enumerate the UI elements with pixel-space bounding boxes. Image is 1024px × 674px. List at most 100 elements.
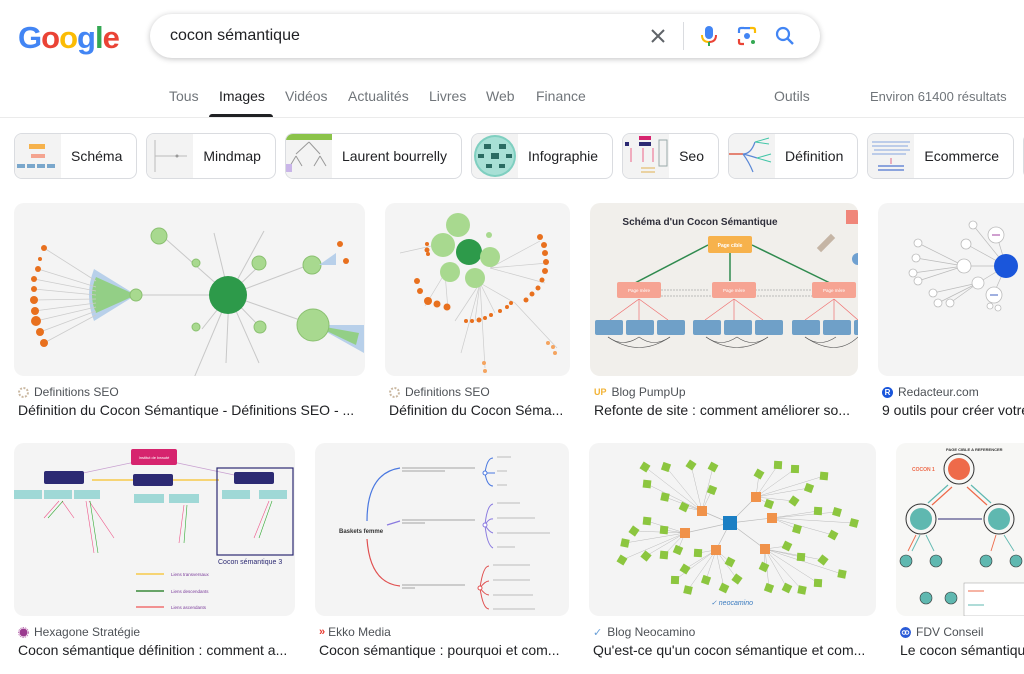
chip-infographie[interactable]: Infographie — [471, 133, 614, 179]
result-title[interactable]: Qu'est-ce qu'un cocon sémantique et com.… — [593, 642, 876, 658]
cocoon-label: COCON 1 — [912, 467, 935, 473]
clear-search-button[interactable] — [639, 17, 677, 55]
mindmap-graph-image — [908, 220, 1018, 312]
chip-ecommerce[interactable]: Ecommerce — [867, 133, 1015, 179]
graph-edge — [771, 517, 834, 536]
search-tabs: Tous Images Vidéos Actualités Livres Web… — [0, 80, 1024, 118]
tab-actualites[interactable]: Actualités — [348, 88, 409, 104]
chip-seo[interactable]: Seo — [622, 133, 719, 179]
node-label: Institut de beauté — [139, 455, 170, 460]
chip-laurent-bourrelly[interactable]: Laurent bourrelly — [284, 133, 463, 179]
graph-center-node — [723, 516, 737, 530]
tab-images[interactable]: Images — [219, 88, 265, 104]
result-thumbnail[interactable] — [385, 203, 570, 376]
graph-leaf-node — [660, 461, 672, 473]
graph-leaf-node — [678, 501, 690, 513]
result-source[interactable]: ✓ Blog Neocamino — [593, 625, 695, 639]
graph-leaf-node — [670, 575, 680, 585]
results-count: Environ 61400 résultats — [870, 89, 1007, 104]
result-title[interactable]: Définition du Cocon Sémantique - Définit… — [18, 402, 363, 418]
result-source[interactable]: » Ekko Media — [319, 625, 391, 639]
chip-thumbnail — [729, 134, 775, 178]
result-source[interactable]: FDV Conseil — [900, 625, 983, 639]
chip-label: Infographie — [528, 148, 599, 164]
search-icon — [775, 26, 794, 45]
logo-letter: o — [59, 20, 78, 55]
cocoon-hierarchy-diagram: PAGE CIBLE A REFERENCER COCON 1 — [899, 447, 1024, 616]
source-name: Blog PumpUp — [611, 385, 686, 399]
graph-leaf-node — [796, 552, 806, 562]
network-graph-image: ✓ neocamino — [616, 459, 859, 607]
graph-leaf-node — [832, 507, 842, 517]
source-name: Ekko Media — [328, 625, 391, 639]
mindmap-image: Baskets femme — [339, 456, 550, 610]
source-name: Redacteur.com — [898, 385, 979, 399]
tools-button[interactable]: Outils — [774, 88, 810, 104]
graph-edge — [771, 517, 855, 524]
google-logo[interactable]: Google — [18, 20, 120, 56]
chip-label: Définition — [785, 148, 844, 164]
result-thumbnail[interactable]: Schéma d'un Cocon Sémantique Page cible … — [590, 203, 858, 376]
result-thumbnail[interactable] — [878, 203, 1024, 376]
chip-thumbnail — [472, 134, 519, 178]
graph-leaf-node — [817, 554, 829, 566]
result-title[interactable]: Définition du Cocon Séma... — [389, 402, 569, 418]
node-label: Page mère — [723, 288, 746, 293]
graph-leaf-node — [642, 516, 652, 526]
redacteur-favicon: R — [882, 386, 893, 398]
tab-livres[interactable]: Livres — [429, 88, 466, 104]
graph-leaf-node — [707, 461, 719, 473]
search-button[interactable] — [766, 17, 804, 55]
lens-search-button[interactable] — [728, 17, 766, 55]
graph-leaf-node — [640, 550, 652, 562]
graph-leaf-node — [781, 540, 793, 552]
graph-edge — [646, 483, 703, 512]
voice-search-button[interactable] — [690, 17, 728, 55]
result-thumbnail[interactable]: Institut de beauté Cocon sémantique 3 Li… — [14, 443, 295, 616]
search-input[interactable] — [150, 14, 639, 58]
chip-schema[interactable]: Schéma — [14, 133, 138, 179]
result-title[interactable]: Cocon sémantique définition : comment a.… — [18, 642, 295, 658]
graph-leaf-node — [620, 538, 630, 548]
result-source[interactable]: R Redacteur.com — [882, 385, 979, 399]
result-source[interactable]: Definitions SEO — [389, 385, 490, 399]
hexagone-favicon — [18, 626, 29, 638]
chip-definition[interactable]: Définition — [728, 133, 859, 179]
source-name: Definitions SEO — [34, 385, 119, 399]
result-source[interactable]: UP Blog PumpUp — [594, 385, 686, 399]
graph-leaf-node — [819, 471, 829, 481]
chip-mindmap[interactable]: Mindmap — [146, 133, 276, 179]
radial-graph-image — [30, 227, 364, 376]
graph-leaf-node — [827, 529, 839, 541]
tab-videos[interactable]: Vidéos — [285, 88, 328, 104]
tab-web[interactable]: Web — [486, 88, 515, 104]
result-title[interactable]: Refonte de site : comment améliorer so..… — [594, 402, 858, 418]
result-thumbnail[interactable]: PAGE CIBLE A REFERENCER COCON 1 — [896, 443, 1024, 616]
chip-label: Mindmap — [203, 148, 261, 164]
search-divider — [683, 22, 684, 50]
diagram-title: PAGE CIBLE A REFERENCER — [946, 447, 1003, 452]
graph-edge — [755, 496, 795, 502]
graph-leaf-node — [813, 578, 823, 588]
node-label: Page mère — [823, 288, 846, 293]
result-thumbnail[interactable]: ✓ neocamino — [589, 443, 876, 616]
tab-finance[interactable]: Finance — [536, 88, 586, 104]
source-name: Hexagone Stratégie — [34, 625, 141, 639]
result-thumbnail[interactable]: Baskets femme — [315, 443, 569, 616]
graph-leaf-node — [837, 569, 847, 579]
result-title[interactable]: Cocon sémantique : pourquoi et com... — [319, 642, 569, 658]
tab-tous[interactable]: Tous — [169, 88, 199, 104]
semantic-cocoon-diagram: Institut de beauté Cocon sémantique 3 Li… — [14, 449, 294, 610]
result-thumbnail[interactable] — [14, 203, 365, 376]
graph-hub-node — [680, 528, 690, 538]
result-title[interactable]: 9 outils pour créer votre — [882, 402, 1024, 418]
result-title[interactable]: Le cocon sémantique — [900, 642, 1024, 658]
graph-leaf-node — [718, 582, 730, 594]
search-box — [150, 14, 820, 58]
legend-label: Liens ascendants — [171, 605, 207, 610]
result-source[interactable]: Hexagone Stratégie — [18, 625, 140, 639]
graph-leaf-node — [679, 563, 691, 575]
result-source[interactable]: Definitions SEO — [18, 385, 119, 399]
ekko-favicon: » — [319, 626, 325, 638]
logo-letter: l — [94, 20, 104, 55]
